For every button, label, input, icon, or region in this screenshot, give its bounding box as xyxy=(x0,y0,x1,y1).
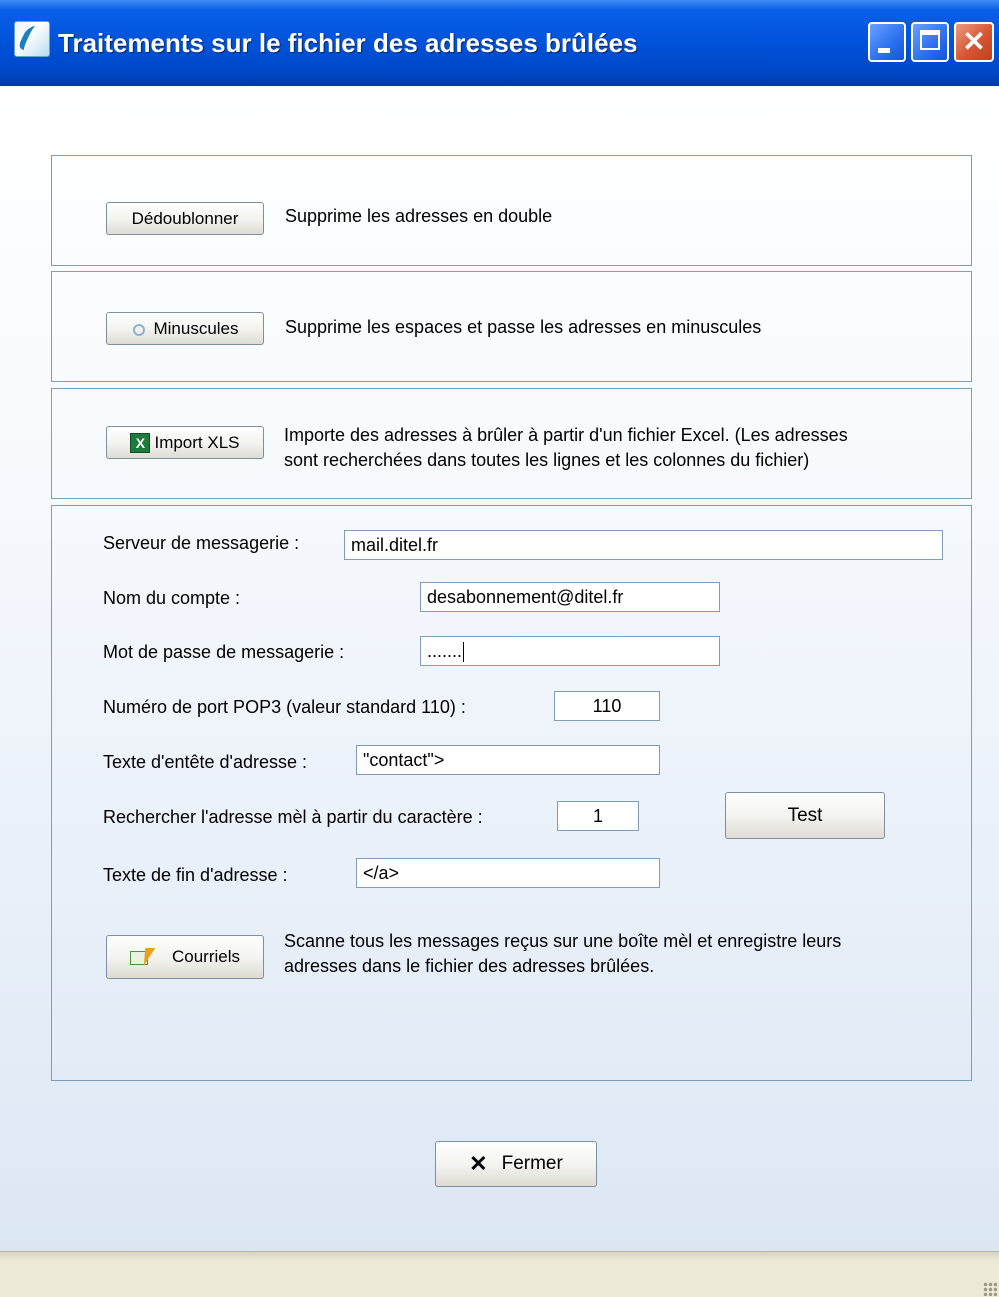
end-input[interactable]: </a> xyxy=(356,858,660,888)
account-input[interactable]: desabonnement@ditel.fr xyxy=(420,582,720,612)
header-input[interactable]: "contact"> xyxy=(356,745,660,775)
title-bar[interactable]: Traitements sur le fichier des adresses … xyxy=(0,0,999,86)
password-input[interactable]: ....... xyxy=(420,636,720,666)
minuscules-icon xyxy=(131,320,149,338)
start-char-label: Rechercher l'adresse mèl à partir du car… xyxy=(103,807,483,827)
dedoublonner-button[interactable]: Dédoublonner xyxy=(106,202,264,235)
dedoublonner-description: Supprime les adresses en double xyxy=(285,206,553,226)
close-icon: ✕ xyxy=(962,26,986,57)
mail-settings-group: Serveur de messagerie : mail.ditel.fr No… xyxy=(51,505,972,1081)
import-xls-description-line2: sont recherchées dans toutes les lignes … xyxy=(284,450,810,470)
excel-icon: X xyxy=(130,432,151,453)
start-char-input[interactable]: 1 xyxy=(557,801,639,831)
text-cursor xyxy=(463,642,465,663)
minuscules-label: Minuscules xyxy=(153,318,239,338)
import-xls-label: Import XLS xyxy=(154,432,240,452)
minuscules-group: Minuscules Supprime les espaces et passe… xyxy=(51,271,972,382)
import-xls-button[interactable]: X Import XLS xyxy=(106,426,264,459)
password-value: ....... xyxy=(427,641,463,661)
port-input[interactable]: 110 xyxy=(554,691,660,721)
import-xls-group: X Import XLS Importe des adresses à brûl… xyxy=(51,388,972,499)
test-label: Test xyxy=(787,804,823,826)
mail-icon xyxy=(129,948,154,966)
header-label: Texte d'entête d'adresse : xyxy=(103,752,308,772)
fermer-button[interactable]: ✕ Fermer xyxy=(435,1141,597,1187)
courriels-description-line1: Scanne tous les messages reçus sur une b… xyxy=(284,931,842,951)
maximize-button[interactable] xyxy=(911,22,949,62)
server-input[interactable]: mail.ditel.fr xyxy=(344,530,943,560)
minuscules-description: Supprime les espaces et passe les adress… xyxy=(285,317,762,337)
import-xls-description-line1: Importe des adresses à brûler à partir d… xyxy=(284,425,848,445)
courriels-description-line2: adresses dans le fichier des adresses br… xyxy=(284,956,655,976)
minimize-button[interactable] xyxy=(868,22,906,62)
close-icon: ✕ xyxy=(469,1151,488,1176)
account-label: Nom du compte : xyxy=(103,588,241,608)
port-label: Numéro de port POP3 (valeur standard 110… xyxy=(103,697,466,717)
courriels-button[interactable]: Courriels xyxy=(106,935,264,979)
app-icon xyxy=(14,21,50,57)
fermer-label: Fermer xyxy=(501,1153,563,1174)
dedoublonner-group: Dédoublonner Supprime les adresses en do… xyxy=(51,155,972,266)
end-label: Texte de fin d'adresse : xyxy=(103,865,288,885)
window-title: Traitements sur le fichier des adresses … xyxy=(58,28,638,58)
test-button[interactable]: Test xyxy=(725,792,885,839)
resize-grip-icon[interactable] xyxy=(983,1282,997,1296)
courriels-label: Courriels xyxy=(171,947,241,966)
minuscules-button[interactable]: Minuscules xyxy=(106,312,264,345)
dialog-window: Traitements sur le fichier des adresses … xyxy=(0,0,999,1297)
server-label: Serveur de messagerie : xyxy=(103,533,300,553)
dedoublonner-label: Dédoublonner xyxy=(131,208,239,228)
close-window-button[interactable]: ✕ xyxy=(954,22,994,62)
password-label: Mot de passe de messagerie : xyxy=(103,642,345,662)
status-bar xyxy=(0,1251,999,1297)
